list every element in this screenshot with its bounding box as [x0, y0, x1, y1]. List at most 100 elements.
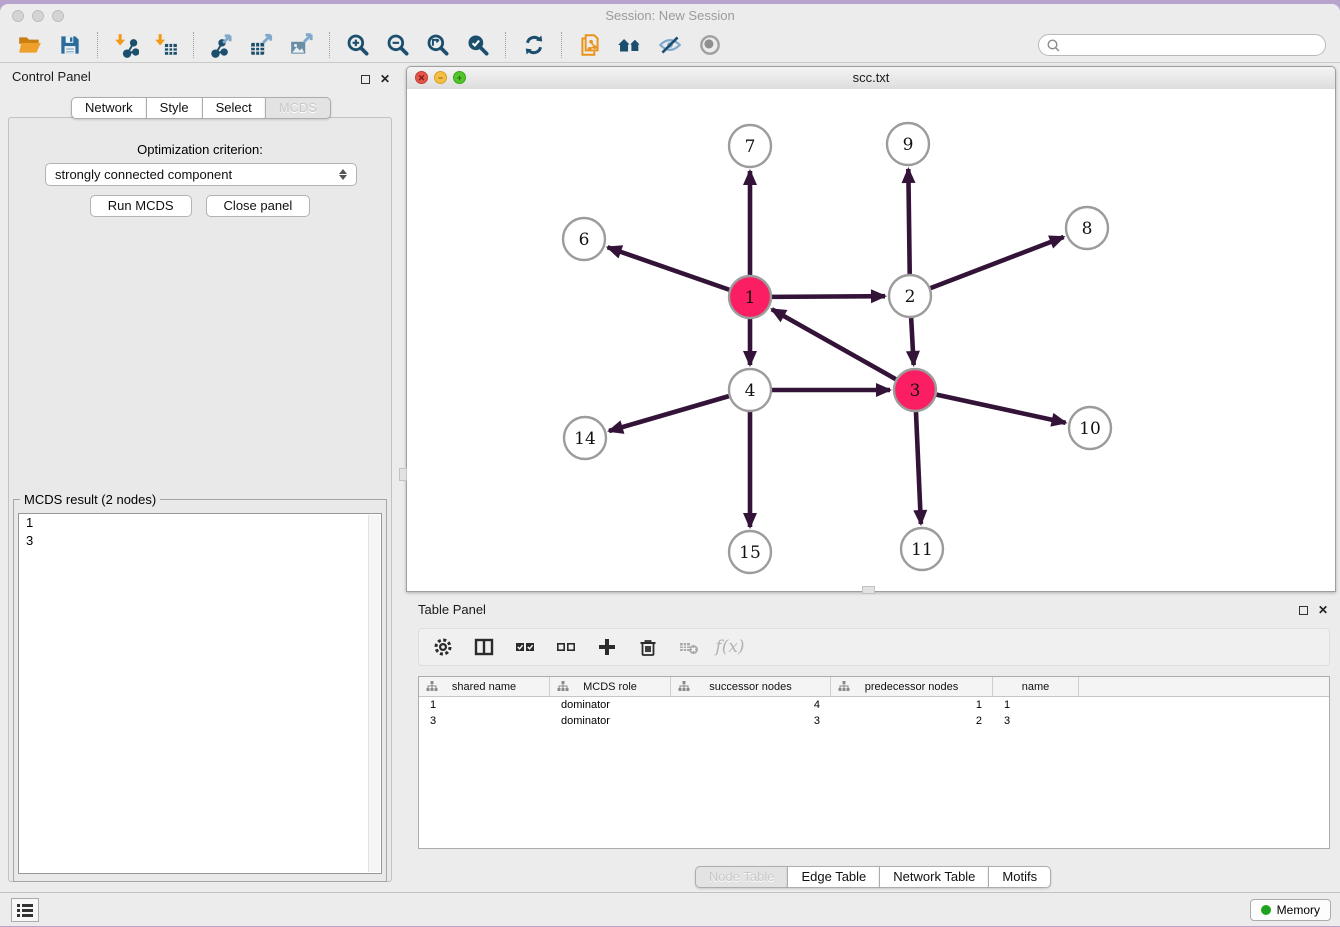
graph-node-1[interactable]: 1	[729, 276, 771, 318]
export-table-button[interactable]	[242, 30, 282, 61]
column-header-predecessor-nodes[interactable]: predecessor nodes	[831, 677, 993, 696]
search-field[interactable]	[1038, 34, 1326, 56]
tab-mcds[interactable]: MCDS	[265, 97, 331, 119]
graph-node-2[interactable]: 2	[889, 275, 931, 317]
close-panel-button[interactable]: Close panel	[206, 195, 311, 217]
open-session-button[interactable]	[10, 30, 50, 61]
network-minimize-button[interactable]: −	[434, 71, 447, 84]
table-cell[interactable]: 3	[671, 713, 831, 729]
tab-select[interactable]: Select	[202, 97, 265, 119]
task-history-button[interactable]	[11, 898, 39, 922]
tab-network[interactable]: Network	[71, 97, 146, 119]
table-panel-buttons: ✕	[1299, 605, 1328, 616]
plus-icon	[597, 637, 617, 657]
graph-node-9[interactable]: 9	[887, 123, 929, 165]
window-close-button[interactable]	[12, 10, 24, 22]
zoom-selected-button[interactable]	[458, 30, 498, 61]
zoom-fit-button[interactable]	[418, 30, 458, 61]
delete-table-button[interactable]	[678, 636, 700, 658]
column-header-MCDS-role[interactable]: MCDS role	[550, 677, 671, 696]
graph-edge-2-3[interactable]	[911, 318, 914, 365]
float-panel-icon[interactable]	[361, 75, 370, 84]
table-settings-button[interactable]	[432, 636, 454, 658]
window-zoom-button[interactable]	[52, 10, 64, 22]
import-table-button[interactable]	[146, 30, 186, 61]
table-panel-title: Table Panel	[418, 602, 486, 617]
tab-node-table[interactable]: Node Table	[695, 866, 788, 888]
column-header-shared-name[interactable]: shared name	[419, 677, 550, 696]
memory-button[interactable]: Memory	[1250, 899, 1331, 921]
graph-node-label: 10	[1079, 419, 1101, 439]
show-all-button[interactable]	[690, 30, 730, 61]
column-header-name[interactable]: name	[993, 677, 1079, 696]
close-panel-icon[interactable]: ✕	[380, 74, 390, 85]
graph-edge-1-6[interactable]	[608, 247, 730, 289]
graph-node-8[interactable]: 8	[1066, 207, 1108, 249]
save-session-button[interactable]	[50, 30, 90, 61]
table-cell[interactable]: 2	[831, 713, 993, 729]
tab-network-table[interactable]: Network Table	[879, 866, 988, 888]
select-all-button[interactable]	[514, 636, 536, 658]
network-canvas[interactable]: 7 9 6 8 1 2 4 3 14 10 15 11	[407, 89, 1335, 591]
search-input[interactable]	[1065, 37, 1318, 53]
tab-motifs[interactable]: Motifs	[988, 866, 1051, 888]
splitter-grip-vertical[interactable]	[399, 468, 407, 481]
result-scrollbar[interactable]	[368, 515, 380, 872]
zoom-in-button[interactable]	[338, 30, 378, 61]
splitter-grip-horizontal[interactable]	[862, 586, 875, 594]
float-panel-icon[interactable]	[1299, 606, 1308, 615]
hide-selected-button[interactable]	[650, 30, 690, 61]
import-network-button[interactable]	[106, 30, 146, 61]
criterion-select[interactable]: strongly connected component	[45, 163, 357, 186]
table-cell[interactable]: 3	[993, 713, 1079, 729]
network-maximize-button[interactable]: +	[453, 71, 466, 84]
table-cell[interactable]: 1	[419, 697, 550, 713]
graph-edge-4-14[interactable]	[609, 396, 729, 431]
table-cell[interactable]: dominator	[550, 713, 671, 729]
graph-node-3[interactable]: 3	[894, 369, 936, 411]
graph-node-6[interactable]: 6	[563, 218, 605, 260]
close-panel-icon[interactable]: ✕	[1318, 605, 1328, 616]
graph-edge-1-2[interactable]	[772, 296, 885, 297]
network-window-titlebar[interactable]: ✕ − + scc.txt	[407, 67, 1335, 90]
table-cell[interactable]: 3	[419, 713, 550, 729]
graph-edge-2-9[interactable]	[908, 169, 909, 274]
network-graph[interactable]: 7 9 6 8 1 2 4 3 14 10 15 11	[407, 89, 1335, 591]
result-item[interactable]: 1	[19, 514, 381, 532]
graph-edge-3-1[interactable]	[772, 309, 896, 379]
table-row[interactable]: 3dominator323	[419, 713, 1329, 729]
run-mcds-button[interactable]: Run MCDS	[90, 195, 192, 217]
clear-selection-button[interactable]	[555, 636, 577, 658]
network-close-button[interactable]: ✕	[415, 71, 428, 84]
graph-node-4[interactable]: 4	[729, 369, 771, 411]
graph-node-14[interactable]: 14	[564, 417, 606, 459]
graph-node-15[interactable]: 15	[729, 531, 771, 573]
graph-node-10[interactable]: 10	[1069, 407, 1111, 449]
window-minimize-button[interactable]	[32, 10, 44, 22]
tab-style[interactable]: Style	[146, 97, 202, 119]
table-cell[interactable]: 1	[993, 697, 1079, 713]
add-row-button[interactable]	[596, 636, 618, 658]
graph-node-7[interactable]: 7	[729, 125, 771, 167]
export-image-button[interactable]	[282, 30, 322, 61]
graph-edge-3-11[interactable]	[916, 412, 921, 524]
result-item[interactable]: 3	[19, 532, 381, 550]
table-cell[interactable]: 1	[831, 697, 993, 713]
column-header-successor-nodes[interactable]: successor nodes	[671, 677, 831, 696]
export-network-button[interactable]	[202, 30, 242, 61]
table-cell[interactable]: dominator	[550, 697, 671, 713]
refresh-layout-button[interactable]	[514, 30, 554, 61]
delete-row-button[interactable]	[637, 636, 659, 658]
split-view-button[interactable]	[473, 636, 495, 658]
table-row[interactable]: 1dominator411	[419, 697, 1329, 713]
zoom-out-button[interactable]	[378, 30, 418, 61]
graph-node-11[interactable]: 11	[901, 528, 943, 570]
graph-edge-3-10[interactable]	[936, 395, 1065, 423]
function-builder-button[interactable]: f(x)	[719, 636, 741, 658]
graph-edge-2-8[interactable]	[931, 237, 1064, 288]
tab-edge-table[interactable]: Edge Table	[787, 866, 879, 888]
table-cell[interactable]: 4	[671, 697, 831, 713]
clone-network-button[interactable]	[570, 30, 610, 61]
mcds-result-list[interactable]: 13	[18, 513, 382, 874]
homes-button[interactable]	[610, 30, 650, 61]
